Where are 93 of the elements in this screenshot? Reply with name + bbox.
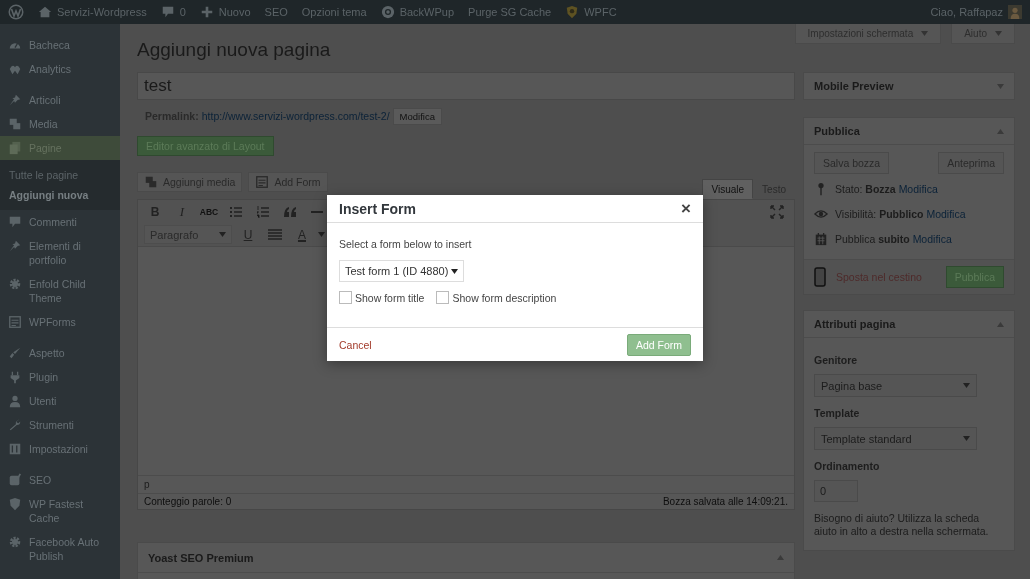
cancel-link[interactable]: Cancel (339, 338, 372, 351)
avatar-icon (1008, 5, 1022, 19)
backup-icon (380, 5, 395, 19)
parent-select[interactable]: Pagina base (814, 374, 977, 397)
menu-item[interactable]: WPForms (0, 310, 120, 334)
toolbar-link[interactable]: Opzioni tema (301, 6, 367, 18)
menu-item[interactable]: Enfold Child Theme (0, 272, 120, 310)
draft-saved-status: Bozza salvata alle 14:09:21. (662, 496, 788, 507)
caret-icon (318, 232, 325, 237)
check-badge-icon (8, 473, 22, 487)
shield-icon (565, 5, 580, 19)
wrench-icon (8, 418, 22, 432)
menu-item[interactable]: Strumenti (0, 413, 120, 437)
submenu-item[interactable]: Aggiungi nuova (0, 185, 120, 205)
sliders-icon (8, 442, 22, 456)
permalink-link[interactable]: http://www.servizi-wordpress.com/test-2/ (201, 110, 390, 122)
panel-title: Yoast SEO Premium (148, 551, 254, 564)
field-label: Template (814, 407, 861, 419)
checkbox[interactable] (436, 291, 450, 304)
toolbar-link[interactable]: Nuovo (199, 5, 251, 19)
panel-title: Attributi pagina (814, 318, 896, 330)
panel-title: Mobile Preview (814, 80, 894, 92)
publish-status: Visibilità: Pubblico Modifica (835, 207, 966, 220)
pin-icon (8, 93, 22, 107)
title-field[interactable]: test (137, 72, 795, 100)
plug-icon (8, 370, 22, 384)
menu-item[interactable]: Aspetto (0, 341, 120, 365)
strikethrough-button[interactable]: ABC (198, 201, 220, 222)
comment-icon (8, 215, 22, 229)
menu-item[interactable]: Commenti (0, 210, 120, 234)
brush-icon (8, 346, 22, 360)
edit-link[interactable]: Modifica (898, 182, 938, 195)
panel-title: Pubblica (814, 125, 860, 137)
close-button[interactable]: × (677, 200, 695, 217)
account-link[interactable]: Ciao, Raffapaz (930, 5, 1022, 19)
comment-icon (160, 5, 175, 19)
logo-icon[interactable] (8, 4, 24, 20)
user-icon (8, 394, 22, 408)
template-select[interactable]: Template standard (814, 427, 977, 450)
pin-icon (8, 239, 22, 253)
caret-icon (921, 31, 929, 36)
menu-item[interactable]: SEO (0, 468, 120, 492)
toolbar-link[interactable]: BackWPup (380, 5, 455, 19)
dialog-prompt: Select a form below to insert (339, 238, 473, 250)
form-icon (8, 315, 22, 329)
calendar-icon (814, 231, 828, 246)
caret-icon (963, 383, 970, 388)
menu-item[interactable]: Analytics (0, 57, 120, 81)
menu-item[interactable]: Facebook Auto Publish (0, 530, 120, 568)
caret-icon (963, 436, 970, 441)
expand-icon[interactable] (997, 83, 1004, 89)
menu-item[interactable]: Media (0, 112, 120, 136)
form-select[interactable]: Test form 1 (ID 4880) (339, 260, 464, 282)
publish-status: Stato: Bozza Modifica (835, 182, 938, 195)
toolbar-link[interactable]: Servizi-Wordpress (38, 5, 147, 19)
pages-icon (8, 141, 22, 155)
collapse-icon[interactable] (997, 128, 1004, 134)
menu-item[interactable]: WP Fastest Cache (0, 492, 120, 530)
plus-icon (199, 5, 214, 19)
checkbox-label: Show form description (452, 291, 557, 304)
menu-item[interactable]: Bacheca (0, 33, 120, 57)
menu-item[interactable]: Plugin (0, 365, 120, 389)
shield-icon (8, 497, 22, 511)
phone-icon (814, 267, 826, 287)
dialog-title: Insert Form (339, 200, 416, 217)
editor-tab[interactable]: Visuale (702, 179, 754, 199)
media-icon (8, 117, 22, 131)
caret-icon (219, 232, 226, 237)
collapse-icon[interactable] (997, 321, 1004, 327)
field-label: Genitore (814, 354, 859, 366)
toolbar-link[interactable]: Purge SG Cache (468, 6, 552, 18)
field-label: Ordinamento (814, 460, 881, 472)
publish-status: Pubblica subito Modifica (835, 232, 952, 245)
edit-link[interactable]: Modifica (912, 232, 952, 245)
menu-item[interactable]: Articoli (0, 88, 120, 112)
media-icon (144, 175, 158, 189)
caret-icon (451, 268, 458, 274)
menu-item[interactable]: Impostazioni (0, 437, 120, 461)
collapse-icon[interactable] (777, 555, 784, 560)
menu-item[interactable]: Utenti (0, 389, 120, 413)
home-icon (38, 5, 52, 19)
add-form-button[interactable]: Add Form (626, 333, 691, 356)
edit-link[interactable]: Modifica (926, 207, 966, 220)
toolbar-link[interactable]: WPFC (565, 5, 617, 19)
caret-icon (995, 31, 1002, 36)
gear-icon (8, 277, 22, 291)
gear-icon (8, 535, 22, 549)
toolbar-link[interactable]: SEO (264, 6, 288, 18)
form-icon (255, 175, 270, 189)
word-count: Conteggio parole: 0 (144, 496, 232, 507)
checkbox-label: Show form title (355, 291, 425, 304)
edit-button[interactable]: Modifica (392, 107, 442, 125)
checkbox[interactable] (339, 291, 352, 304)
